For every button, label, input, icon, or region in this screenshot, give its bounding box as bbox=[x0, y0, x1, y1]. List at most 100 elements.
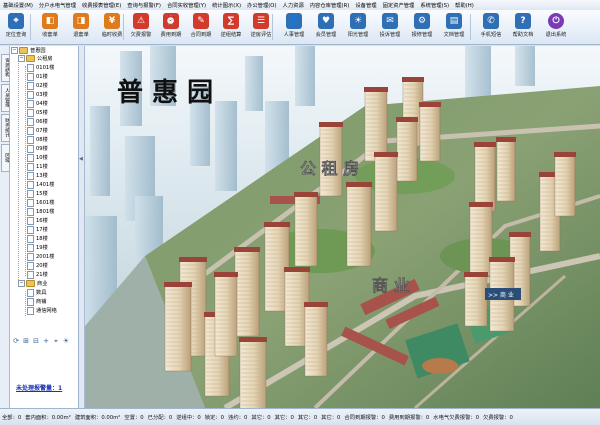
menu-item[interactable]: 查询与报警(F) bbox=[124, 1, 164, 9]
toolbar-button[interactable]: ♥ 会员管理 bbox=[310, 12, 342, 42]
settlement-icon: ∑ bbox=[223, 13, 239, 29]
document-icon: ▤ bbox=[446, 13, 462, 29]
toolbar-button[interactable]: ✆ 手机短信 bbox=[475, 12, 507, 42]
building-icon bbox=[27, 225, 34, 234]
residential-tower bbox=[294, 192, 318, 267]
toolbar-button[interactable]: ☀ 阳光管理 bbox=[342, 12, 374, 42]
toolbar-button[interactable]: ◧ 收套单 bbox=[34, 12, 66, 42]
side-tab[interactable]: 区域 bbox=[1, 144, 10, 172]
building-icon bbox=[27, 234, 34, 243]
tree-guide-line bbox=[18, 58, 19, 280]
toolbar-button[interactable]: ✉ 投诉管理 bbox=[374, 12, 406, 42]
toolbar-button[interactable]: ⏻ 退出系统 bbox=[540, 12, 572, 42]
toolbar-button[interactable]: ◨ 退套单 bbox=[65, 12, 97, 42]
toolbar-button[interactable]: ⌖ 定位查询 bbox=[0, 12, 32, 42]
expand-toggle-icon[interactable]: − bbox=[18, 280, 25, 287]
tree-node-building[interactable]: 1601楼 bbox=[27, 198, 54, 207]
building-icon bbox=[27, 216, 34, 225]
tree-node-building[interactable]: 18楼 bbox=[27, 234, 48, 243]
toolbar-button-label: 投诉管理 bbox=[379, 32, 401, 38]
menu-item[interactable]: 办公管理(O) bbox=[244, 1, 280, 9]
tree-node-shop[interactable]: 商铺 bbox=[27, 297, 46, 306]
toolbar-button[interactable]: 👤 人事管理 bbox=[278, 12, 310, 42]
building-icon bbox=[27, 108, 34, 117]
folder-icon bbox=[26, 55, 35, 62]
contract-expiry-icon: ✎ bbox=[193, 13, 209, 29]
toolbar-button[interactable]: ⚙ 报修管理 bbox=[406, 12, 438, 42]
tree-node-label: 1401楼 bbox=[36, 182, 55, 188]
building-icon bbox=[27, 126, 34, 135]
tree-node-building[interactable]: 1401楼 bbox=[27, 180, 54, 189]
side-tab[interactable]: 财务统计 bbox=[1, 114, 10, 142]
tree-node-building[interactable]: 2001楼 bbox=[27, 252, 54, 261]
tree-node-building[interactable]: 02楼 bbox=[27, 81, 48, 90]
tree-node-group[interactable]: − 商业 bbox=[18, 279, 47, 288]
tree-node-building[interactable]: 10楼 bbox=[27, 153, 48, 162]
tree-node-building[interactable]: 21楼 bbox=[27, 270, 48, 279]
room-assess-icon: ☰ bbox=[253, 13, 269, 29]
locate-icon[interactable]: ⌖ bbox=[52, 337, 60, 345]
menu-item[interactable]: 设备管理 bbox=[352, 1, 379, 9]
tree-tool-icons: ⟳ ⊞ ⊟ + ⌖ ☀ bbox=[12, 337, 76, 346]
tree-node-building[interactable]: 05楼 bbox=[27, 108, 48, 117]
residential-tower bbox=[164, 282, 192, 372]
toolbar-button-label: 人事管理 bbox=[283, 32, 305, 38]
tree-node-building[interactable]: 07楼 bbox=[27, 126, 48, 135]
menu-item[interactable]: 帮助(H) bbox=[452, 1, 477, 9]
tree-node-building[interactable]: 19楼 bbox=[27, 243, 48, 252]
tree-node-group[interactable]: − 公租房 bbox=[18, 54, 53, 63]
menu-item[interactable]: 系统管理(S) bbox=[417, 1, 452, 9]
menu-item[interactable]: 基础设置(M) bbox=[0, 1, 36, 9]
tree-node-building[interactable]: 15楼 bbox=[27, 189, 48, 198]
toolbar-button[interactable]: ⚠ 欠费报警 bbox=[125, 12, 157, 42]
tree-node-building[interactable]: 08楼 bbox=[27, 135, 48, 144]
menu-item[interactable]: 分户水电气管理 bbox=[36, 1, 79, 9]
bulb-icon[interactable]: ☀ bbox=[62, 337, 70, 345]
expand-all-icon[interactable]: ⊞ bbox=[22, 337, 30, 345]
menu-item[interactable]: 合同实收管理(Y) bbox=[164, 1, 209, 9]
tree-node-building[interactable]: 09楼 bbox=[27, 144, 48, 153]
tree-node-building[interactable]: 16楼 bbox=[27, 216, 48, 225]
tree-node-building[interactable]: 17楼 bbox=[27, 225, 48, 234]
toolbar-button-label: 退出系统 bbox=[545, 32, 567, 38]
tree-node-building[interactable]: 03楼 bbox=[27, 90, 48, 99]
collapse-arrow-icon[interactable]: ◀ bbox=[79, 156, 83, 162]
expand-toggle-icon[interactable]: − bbox=[18, 55, 25, 62]
unprocessed-alarm-link[interactable]: 未处理报警量：1 bbox=[16, 383, 62, 392]
toolbar-button[interactable]: ✎ 合同到期 bbox=[185, 12, 217, 42]
toolbar-button[interactable]: ? 帮助文档 bbox=[507, 12, 539, 42]
tree-node-building[interactable]: 13楼 bbox=[27, 171, 48, 180]
collapse-all-icon[interactable]: ⊟ bbox=[32, 337, 40, 345]
tree-node-label: 04楼 bbox=[36, 101, 48, 107]
menu-item[interactable]: 固定资产管理 bbox=[380, 1, 418, 9]
building-icon bbox=[27, 144, 34, 153]
tree-node-building[interactable]: 0101楼 bbox=[27, 63, 54, 72]
tree-node-building[interactable]: 20楼 bbox=[27, 261, 48, 270]
tree-node-building[interactable]: 01楼 bbox=[27, 72, 48, 81]
menu-item[interactable]: 收费报表管理(E) bbox=[79, 1, 124, 9]
tree-node-building[interactable]: 06楼 bbox=[27, 117, 48, 126]
tree-node-building[interactable]: 1801楼 bbox=[27, 207, 54, 216]
tree-node-building[interactable]: 11楼 bbox=[27, 162, 48, 171]
add-icon[interactable]: + bbox=[42, 337, 50, 345]
tree-node-shop[interactable]: 数具 bbox=[27, 288, 46, 297]
repair-icon: ⚙ bbox=[414, 13, 430, 29]
toolbar-button[interactable]: ∑ 逆组结算 bbox=[215, 12, 247, 42]
toolbar-button[interactable]: ▤ 文档管理 bbox=[438, 12, 470, 42]
toolbar-button[interactable]: ⏰ 费用到期 bbox=[155, 12, 187, 42]
menu-item[interactable]: 人力资源 bbox=[280, 1, 307, 9]
tree-node-label: 19楼 bbox=[36, 245, 48, 251]
tree-node-label: 公租房 bbox=[37, 56, 53, 62]
menu-item[interactable]: 统计图示(X) bbox=[209, 1, 244, 9]
status-field: 其它：0 bbox=[274, 415, 294, 421]
side-tab[interactable]: 资源结构 bbox=[1, 54, 10, 82]
expand-toggle-icon[interactable]: − bbox=[11, 47, 18, 54]
refresh-icon[interactable]: ⟳ bbox=[12, 337, 20, 345]
sms-icon: ✆ bbox=[483, 13, 499, 29]
side-tab[interactable]: 人员管理 bbox=[1, 84, 10, 112]
menu-item[interactable]: 内容仓库管理(R) bbox=[307, 1, 353, 9]
tree-node-building[interactable]: 04楼 bbox=[27, 99, 48, 108]
check-in-icon: ◧ bbox=[42, 13, 58, 29]
tree-node-shop[interactable]: 通信网络 bbox=[27, 306, 57, 315]
tree-node-label: 1601楼 bbox=[36, 200, 55, 206]
